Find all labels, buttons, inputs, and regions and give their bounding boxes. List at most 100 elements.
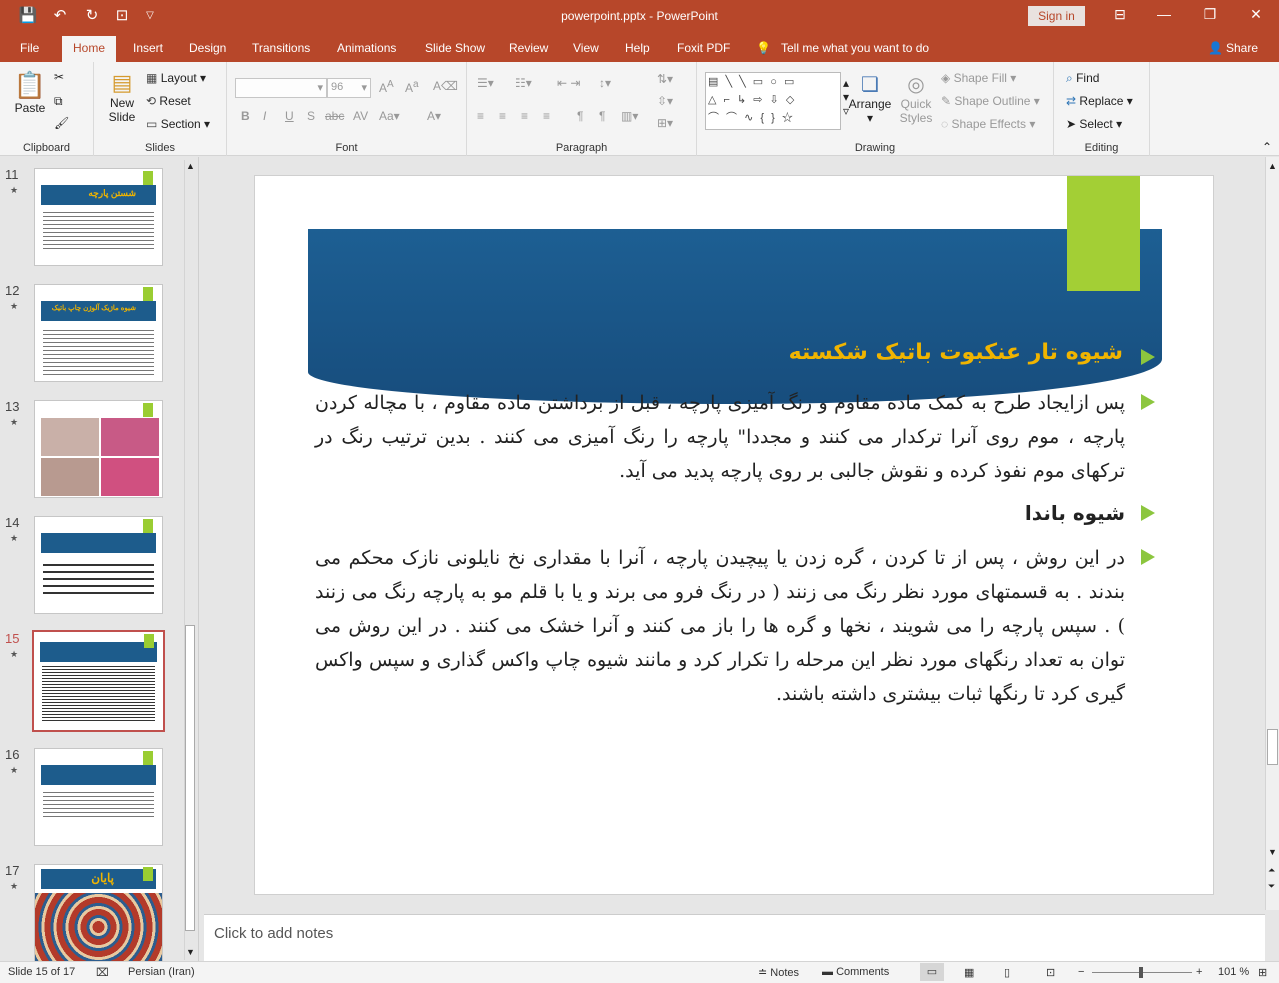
tell-me-search[interactable]: Tell me what you want to do [781,41,929,55]
share-button[interactable]: Share [1226,41,1258,55]
zoom-level[interactable]: 101 % [1218,966,1249,978]
reading-view-icon[interactable]: ▯ [1004,966,1010,979]
shape-effects-button[interactable]: ◌ Shape Effects ▾ [941,117,1035,131]
slide-thumbnail-14[interactable] [34,516,163,614]
align-text-icon[interactable]: ⇳▾ [657,94,673,108]
case-icon[interactable]: Aa▾ [379,109,400,123]
zoom-in-icon[interactable]: + [1196,966,1202,978]
normal-view-icon[interactable]: ▭ [920,963,944,981]
find-button[interactable]: ⌕ Find [1066,71,1099,86]
text-direction-icon[interactable]: ⇅▾ [657,72,673,86]
scroll-up-icon[interactable]: ▲ [1268,161,1277,171]
tab-review[interactable]: Review [509,41,548,55]
italic-icon[interactable]: I [263,109,266,123]
clear-format-icon[interactable]: A⌫ [433,79,458,93]
tab-insert[interactable]: Insert [133,41,163,55]
tab-transitions[interactable]: Transitions [252,41,310,55]
quick-styles-button[interactable]: ◎ Quick Styles [895,72,937,125]
shape-outline-button[interactable]: ✎ Shape Outline ▾ [941,94,1040,108]
zoom-slider-thumb[interactable] [1139,967,1143,978]
smartart-icon[interactable]: ⊞▾ [657,116,673,130]
next-slide-icon[interactable]: ⏷ [1268,881,1275,892]
slide-sorter-icon[interactable]: ▦ [964,966,974,979]
fit-slide-icon[interactable]: ⊞ [1258,966,1267,979]
tab-design[interactable]: Design [189,41,226,55]
bullets-icon[interactable]: ☰▾ [477,76,494,90]
slide-paragraph-1[interactable]: پس ازایجاد طرح به کمک ماده مقاوم و رنگ آ… [315,386,1125,488]
section-button[interactable]: ▭ Section ▾ [146,117,210,131]
ltr-icon[interactable]: ¶ [577,109,583,123]
notes-button[interactable]: ≐ Notes [758,966,799,979]
scroll-down-icon[interactable]: ▼ [1268,847,1277,857]
sign-in-button[interactable]: Sign in [1028,6,1085,26]
font-size-combo[interactable]: 96 ▾ [327,78,371,98]
slide-thumbnail-12[interactable]: شیوه ماژیک آلوژن چاپ باتیک [34,284,163,382]
select-button[interactable]: ➤ Select ▾ [1066,117,1122,131]
reset-button[interactable]: ⟲ Reset [146,94,191,108]
grow-font-icon[interactable]: AA [379,79,394,95]
tab-home[interactable]: Home [62,36,117,62]
minimize-icon[interactable]: — [1152,6,1176,22]
line-spacing-icon[interactable]: ↕▾ [599,76,611,90]
collapse-ribbon-icon[interactable]: ⌃ [1262,140,1272,154]
justify-icon[interactable]: ≡ [543,109,550,123]
notes-placeholder[interactable]: Click to add notes [214,925,333,942]
ribbon-display-icon[interactable]: ⊟ [1108,6,1132,23]
font-name-combo[interactable]: ▾ [235,78,327,98]
paste-button[interactable]: 📋 Paste [12,70,48,115]
new-slide-button[interactable]: ▤ New Slide [102,70,142,124]
replace-button[interactable]: ⇄ Replace ▾ [1066,94,1133,108]
slide-paragraph-2[interactable]: در این روش ، پس از تا کردن ، گره زدن یا … [315,541,1125,711]
cut-icon[interactable]: ✂ [54,70,64,84]
align-center-icon[interactable]: ≡ [499,109,506,123]
strike-icon[interactable]: abc [325,109,344,123]
shadow-icon[interactable]: S [307,109,315,123]
numbering-icon[interactable]: ☷▾ [515,76,532,90]
align-left-icon[interactable]: ≡ [477,109,484,123]
tab-foxit-pdf[interactable]: Foxit PDF [677,41,730,55]
tab-file[interactable]: File [20,41,39,55]
tab-animations[interactable]: Animations [337,41,396,55]
editor-scroll-thumb[interactable] [1267,729,1278,765]
thumbnails-scroll-thumb[interactable] [185,625,195,931]
language-indicator[interactable]: Persian (Iran) [128,966,195,978]
copy-icon[interactable]: ⧉ [54,94,63,109]
scroll-up-icon[interactable]: ▲ [186,161,195,171]
layout-button[interactable]: ▦ Layout ▾ [146,71,206,85]
format-painter-icon[interactable]: 🖌 [54,116,69,130]
spellcheck-icon[interactable]: ⌧ [96,966,109,979]
editor-scrollbar[interactable]: ▲ ▼ ⏶ ⏷ [1265,157,1279,910]
font-color-icon[interactable]: A▾ [427,109,441,123]
slideshow-view-icon[interactable]: ⊡ [1046,966,1055,979]
slide-title[interactable]: شیوه تار عنکبوت باتیک شکسته [789,340,1123,365]
shrink-font-icon[interactable]: Aa [405,79,419,95]
tab-view[interactable]: View [573,41,599,55]
underline-icon[interactable]: U [285,109,294,123]
tab-slide-show[interactable]: Slide Show [425,41,485,55]
rtl-icon[interactable]: ¶ [599,109,605,123]
spacing-icon[interactable]: AV [353,109,368,123]
bold-icon[interactable]: B [241,109,250,123]
animation-star-icon: ★ [10,301,19,311]
restore-icon[interactable]: ❐ [1198,6,1222,23]
previous-slide-icon[interactable]: ⏶ [1268,865,1275,876]
slide-thumbnail-13[interactable] [34,400,163,498]
slide-thumbnail-15[interactable] [32,630,165,732]
slide-thumbnail-17[interactable]: پایان [34,864,163,962]
arrange-button[interactable]: ❏ Arrange ▾ [847,72,893,125]
close-icon[interactable]: ✕ [1244,6,1268,23]
scroll-down-icon[interactable]: ▼ [186,947,195,957]
shapes-gallery[interactable]: ▤ ╲ ╲ ▭ ○ ▭ △ ⌐ ↳ ⇨ ⇩ ◇ ⌒ ⌒ ∿ { } ☆ [705,72,841,130]
align-right-icon[interactable]: ≡ [521,109,528,123]
columns-icon[interactable]: ▥▾ [621,109,638,123]
slide-heading-2[interactable]: شیوه باندا [315,496,1125,530]
indent-icon[interactable]: ⇤ ⇥ [557,76,580,90]
notes-pane[interactable]: Click to add notes [204,914,1265,961]
tab-help[interactable]: Help [625,41,650,55]
slide-canvas[interactable]: شیوه تار عنکبوت باتیک شکسته پس ازایجاد ط… [254,175,1214,895]
shape-fill-button[interactable]: ◈ Shape Fill ▾ [941,71,1016,85]
slide-thumbnail-11[interactable]: شستن پارچه [34,168,163,266]
comments-button[interactable]: ▬ Comments [822,966,889,978]
slide-thumbnail-16[interactable] [34,748,163,846]
zoom-out-icon[interactable]: − [1078,966,1084,978]
